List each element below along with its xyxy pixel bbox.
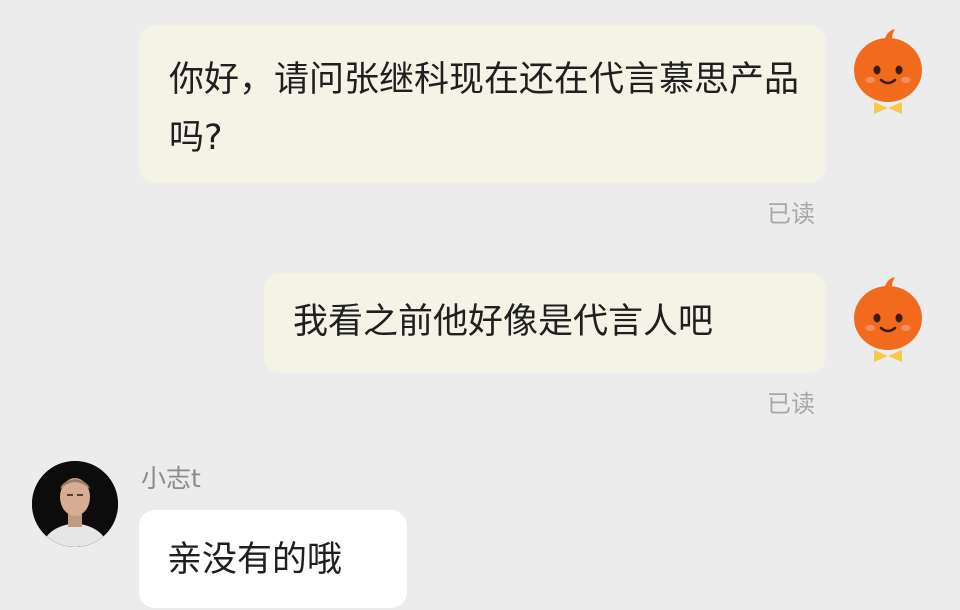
read-receipt: 已读	[767, 200, 815, 228]
user-photo-avatar[interactable]	[32, 461, 118, 547]
outgoing-message-bubble[interactable]: 你好，请问张继科现在还在代言慕思产品吗?	[139, 25, 826, 183]
message-text: 我看之前他好像是代言人吧	[293, 302, 714, 342]
sender-name: 小志t	[141, 464, 201, 493]
incoming-message-bubble[interactable]: 亲没有的哦	[139, 510, 407, 608]
orange-mascot-icon[interactable]	[850, 276, 926, 362]
message-text: 亲没有的哦	[167, 540, 343, 580]
outgoing-message-bubble[interactable]: 我看之前他好像是代言人吧	[264, 273, 826, 373]
person-silhouette-icon	[32, 461, 118, 547]
message-text: 你好，请问张继科现在还在代言慕思产品吗?	[169, 60, 800, 158]
orange-mascot-icon[interactable]	[850, 28, 926, 114]
read-receipt: 已读	[767, 390, 815, 418]
